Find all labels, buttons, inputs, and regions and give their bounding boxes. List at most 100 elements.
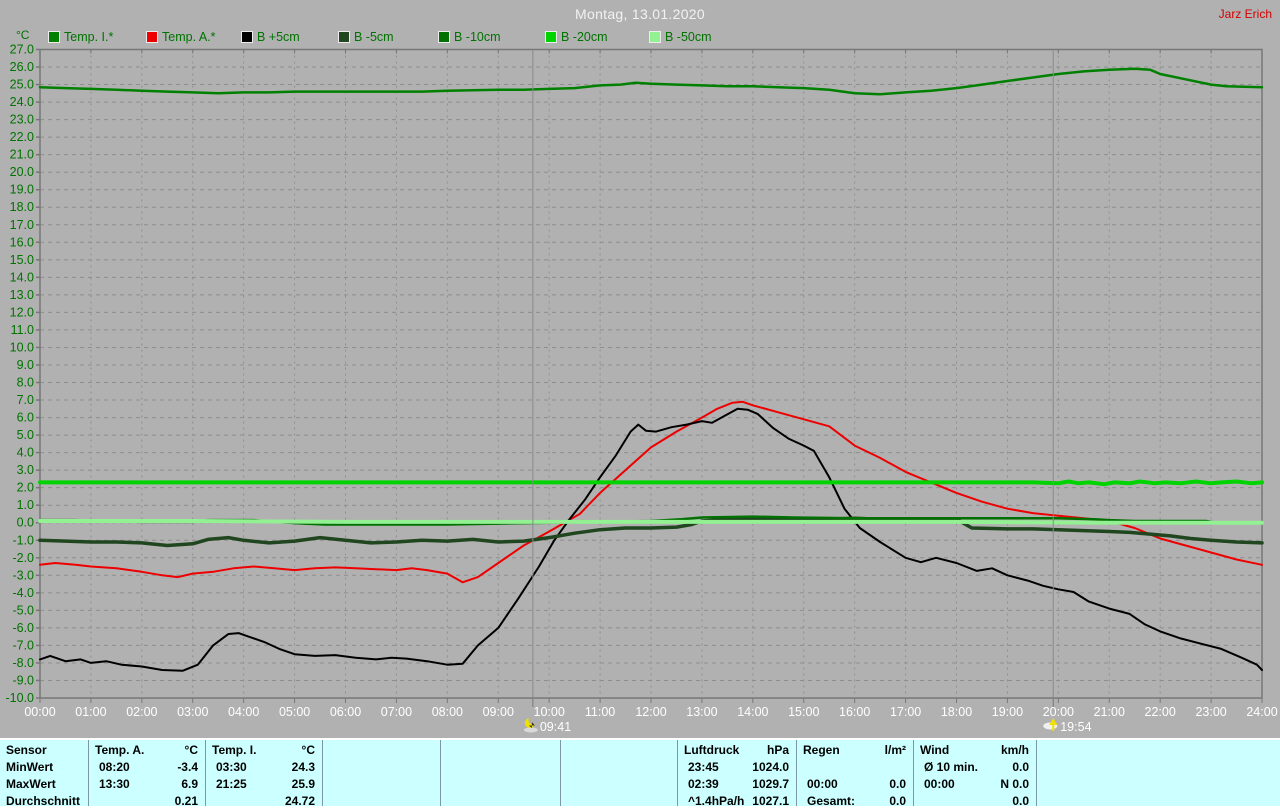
y-tick-label: 10.0	[10, 340, 34, 354]
sun-moon-markers: 09:41 19:54	[523, 49, 1092, 734]
x-tick-label: 07:00	[381, 705, 412, 719]
table-column-temp-i: Temp. I. °C 03:30 24.3 21:25 25.9 24.72	[205, 740, 323, 808]
cell-time: Gesamt:	[807, 794, 856, 808]
table-column-luftdruck: Luftdruck hPa 23:45 1024.0 02:39 1029.7 ^1.4hP…	[677, 740, 797, 808]
chart-axis-labels: -10.0 -9.0 -8.0 -7.0 -6.0 -5.0 -4.0 -3.0 -2.0 -1.…	[6, 43, 1278, 720]
x-tick-label: 24:00	[1246, 705, 1277, 719]
weather-app-screen: Montag, 13.01.2020 Jarz Erich °C Temp. I…	[0, 0, 1280, 810]
y-tick-label: 19.0	[10, 183, 34, 197]
cell-value: 24.72	[284, 794, 315, 808]
cell-value: N 0.0	[1000, 777, 1029, 791]
x-tick-label: 17:00	[890, 705, 921, 719]
y-tick-label: -9.0	[12, 673, 34, 687]
x-tick-label: 12:00	[635, 705, 666, 719]
y-tick-label: 25.0	[10, 78, 34, 92]
x-tick-label: 10:00	[534, 705, 565, 719]
cell-value: 6.9	[181, 777, 198, 791]
moonrise-icon	[1043, 718, 1058, 731]
table-column-empty	[322, 740, 441, 806]
y-tick-label: 14.0	[10, 270, 34, 284]
cell-value: 1027.1	[752, 794, 789, 808]
row-label-durchschnitt: Durchschnitt	[6, 794, 81, 808]
y-tick-label: 27.0	[10, 43, 34, 57]
cell-time: 08:20	[99, 760, 130, 774]
cell-value: 0.0	[889, 794, 906, 808]
x-tick-label: 16:00	[839, 705, 870, 719]
temperature-chart: -10.0 -9.0 -8.0 -7.0 -6.0 -5.0 -4.0 -3.0 -2.0 -1.…	[6, 43, 1278, 735]
series-b-20cm-line	[38, 479, 1264, 487]
stats-row-labels: Sensor MinWert MaxWert Durchschnitt	[0, 740, 88, 808]
y-tick-label: 5.0	[17, 428, 34, 442]
y-tick-label: -5.0	[12, 603, 34, 617]
y-tick-label: 6.0	[17, 411, 34, 425]
x-tick-label: 13:00	[686, 705, 717, 719]
x-tick-label: 00:00	[24, 705, 55, 719]
y-tick-label: 4.0	[17, 446, 34, 460]
cell-time: 02:39	[688, 777, 719, 791]
cell-time: Ø 10 min.	[924, 760, 979, 774]
column-unit: °C	[184, 743, 198, 757]
y-tick-label: -7.0	[12, 638, 34, 652]
table-column-empty	[1036, 740, 1280, 806]
table-column-regen: Regen l/m² 00:00 0.0 Gesamt: 0.0	[796, 740, 914, 808]
column-header: Temp. I.	[212, 743, 257, 757]
y-tick-label: 13.0	[10, 288, 34, 302]
y-tick-label: 22.0	[10, 130, 34, 144]
x-tick-label: 06:00	[330, 705, 361, 719]
y-tick-label: 11.0	[11, 323, 34, 337]
y-tick-label: 3.0	[17, 463, 34, 477]
row-label-maxwert: MaxWert	[6, 777, 56, 791]
y-tick-label: 9.0	[17, 358, 34, 372]
cell-time: 23:45	[688, 760, 719, 774]
column-header: Regen	[803, 743, 840, 757]
x-tick-label: 18:00	[941, 705, 972, 719]
x-tick-label: 01:00	[75, 705, 106, 719]
series-b-50cm-line	[38, 519, 1264, 525]
column-unit: km/h	[1000, 743, 1029, 757]
y-tick-label: 20.0	[10, 165, 34, 179]
cell-value: 0.0	[1012, 794, 1029, 808]
x-tick-label: 15:00	[788, 705, 819, 719]
y-tick-label: 2.0	[17, 481, 34, 495]
cell-time: 21:25	[216, 777, 247, 791]
y-tick-label: 7.0	[17, 393, 34, 407]
cell-value: 25.9	[291, 777, 315, 791]
row-label-minwert: MinWert	[6, 760, 54, 774]
y-tick-label: -6.0	[12, 621, 34, 635]
cell-value: 0.0	[889, 777, 906, 791]
marker-time-label: 09:41	[540, 720, 571, 734]
cell-time: 03:30	[216, 760, 247, 774]
y-tick-label: 24.0	[10, 95, 34, 109]
x-tick-label: 23:00	[1195, 705, 1226, 719]
y-tick-label: 18.0	[10, 200, 34, 214]
y-tick-label: 21.0	[10, 148, 34, 162]
column-unit: °C	[301, 743, 315, 757]
y-tick-label: -8.0	[12, 656, 34, 670]
y-tick-label: 26.0	[10, 60, 34, 74]
y-tick-label: -4.0	[12, 586, 34, 600]
y-tick-label: 15.0	[10, 253, 34, 267]
cell-time: 13:30	[99, 777, 130, 791]
y-tick-label: -1.0	[12, 533, 34, 547]
x-tick-label: 21:00	[1094, 705, 1125, 719]
column-unit: l/m²	[884, 743, 906, 757]
table-column-wind: Wind km/h Ø 10 min. 0.0 00:00 N 0.0 0.0	[913, 740, 1037, 808]
cell-value: 1024.0	[752, 760, 789, 774]
x-tick-label: 04:00	[228, 705, 259, 719]
x-tick-label: 09:00	[483, 705, 514, 719]
cell-time: 00:00	[807, 777, 838, 791]
chart-axes	[36, 48, 1263, 703]
y-tick-label: 8.0	[17, 376, 34, 390]
y-tick-label: 0.0	[17, 516, 34, 530]
y-tick-label: 23.0	[10, 113, 34, 127]
y-tick-label: -3.0	[12, 568, 34, 582]
y-tick-label: 16.0	[10, 235, 34, 249]
y-tick-label: 12.0	[10, 305, 34, 319]
x-tick-label: 03:00	[177, 705, 208, 719]
cell-value: -3.4	[177, 760, 198, 774]
cell-value: 24.3	[291, 760, 315, 774]
table-column-empty	[440, 740, 561, 806]
column-header: Wind	[920, 743, 950, 757]
cell-value: 0.0	[1012, 760, 1029, 774]
marker-time-label: 19:54	[1060, 720, 1091, 734]
